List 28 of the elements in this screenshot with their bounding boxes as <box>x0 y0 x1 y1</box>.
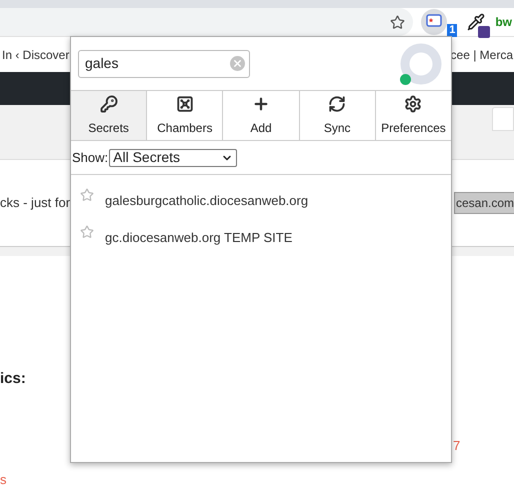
avatar-icon <box>400 42 442 84</box>
screen-options-tab[interactable] <box>492 107 514 131</box>
section-heading: ics: <box>0 370 26 387</box>
keys-icon <box>100 94 118 112</box>
secret-item[interactable]: galesburgcatholic.diocesanweb.org <box>71 182 451 219</box>
star-icon[interactable] <box>80 188 94 202</box>
safe-icon <box>176 94 194 112</box>
tab[interactable]: Secrets <box>71 91 146 140</box>
extension-label[interactable]: bw <box>495 13 512 31</box>
clear-icon[interactable] <box>230 56 245 71</box>
secret-item[interactable]: gc.diocesanweb.org TEMP SITE <box>71 219 451 256</box>
badge: 1 <box>447 24 458 37</box>
extension-button[interactable] <box>421 9 448 35</box>
search-input[interactable]: gales <box>85 53 230 74</box>
filter-select[interactable]: All Secrets <box>109 148 238 166</box>
sync-icon <box>328 94 346 112</box>
tab[interactable]: Preferences <box>374 91 452 140</box>
color-swatch <box>478 26 490 38</box>
plus-icon <box>252 94 270 112</box>
filter-label: Show: <box>71 148 108 167</box>
text-field[interactable]: cesan.com <box>454 192 514 214</box>
body-text: cks - just for <box>0 194 70 212</box>
eyedropper-icon[interactable] <box>467 13 486 31</box>
search-field[interactable]: gales <box>78 50 250 78</box>
star-icon[interactable] <box>80 225 94 239</box>
bookmark-link[interactable]: In ‹ Discover <box>2 46 70 64</box>
settings-icon <box>404 94 422 112</box>
bookmark-star-icon[interactable] <box>390 14 406 30</box>
